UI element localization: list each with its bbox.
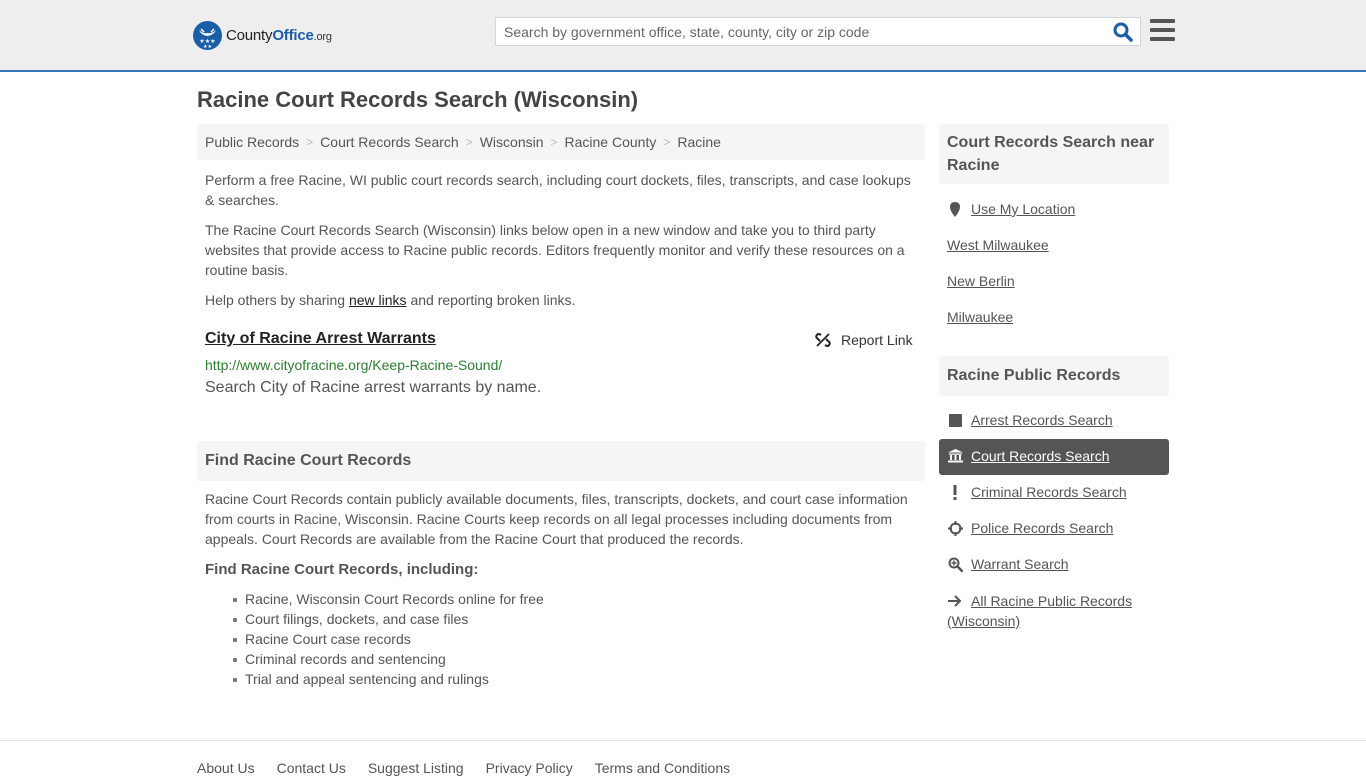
sidebar-item-label: Court Records Search — [971, 448, 1110, 464]
result-title-link[interactable]: City of Racine Arrest Warrants — [205, 330, 436, 348]
site-header: ★★★ ★★ CountyOffice.org — [0, 0, 1366, 72]
page-title: Racine Court Records Search (Wisconsin) — [197, 87, 639, 112]
breadcrumb: Public Records > Court Records Search > … — [197, 124, 925, 160]
sidebar-item-label: Criminal Records Search — [971, 484, 1127, 500]
use-my-location-link[interactable]: Use My Location — [947, 201, 1075, 217]
breadcrumb-separator: > — [550, 135, 558, 149]
crosshair-icon — [947, 520, 963, 536]
sidebar-item-warrant-search[interactable]: Warrant Search — [947, 556, 1069, 572]
intro-paragraph-1: Perform a free Racine, WI public court r… — [205, 172, 911, 208]
help-text: Help others by sharing — [205, 292, 349, 308]
hamburger-menu-button[interactable] — [1150, 19, 1175, 42]
footer-links: About Us Contact Us Suggest Listing Priv… — [197, 760, 730, 776]
list-item: Criminal records and sentencing — [233, 649, 544, 669]
sidebar-item-label: Warrant Search — [971, 556, 1069, 572]
list-item: Court filings, dockets, and case files — [233, 609, 544, 629]
sidebar-item-label: Police Records Search — [971, 520, 1114, 536]
courthouse-icon — [947, 448, 963, 464]
intro-paragraph-2: The Racine Court Records Search (Wiscons… — [205, 222, 905, 278]
search-input[interactable] — [496, 18, 1096, 45]
footer-link-privacy[interactable]: Privacy Policy — [486, 760, 573, 776]
find-records-list: Racine, Wisconsin Court Records online f… — [233, 589, 544, 689]
sidebar-item-criminal-records[interactable]: Criminal Records Search — [947, 484, 1127, 500]
footer-link-suggest-listing[interactable]: Suggest Listing — [368, 760, 464, 776]
eagle-badge-icon: ★★★ ★★ — [193, 20, 222, 50]
use-my-location-label: Use My Location — [971, 201, 1076, 217]
map-pin-icon — [947, 201, 963, 217]
sidebar-item-label: Arrest Records Search — [971, 412, 1113, 428]
nearby-heading: Court Records Search near Racine — [939, 124, 1169, 184]
footer-link-contact[interactable]: Contact Us — [277, 760, 346, 776]
breadcrumb-racine-county[interactable]: Racine County — [565, 134, 657, 150]
breadcrumb-court-records-search[interactable]: Court Records Search — [320, 134, 459, 150]
search-box — [495, 17, 1141, 46]
search-icon — [1113, 22, 1133, 42]
result-url: http://www.cityofracine.org/Keep-Racine-… — [205, 357, 503, 373]
sidebar-item-all-public-records[interactable]: All Racine Public Records (Wisconsin) — [947, 591, 1162, 631]
new-links-link[interactable]: new links — [349, 292, 407, 308]
report-link-label: Report Link — [841, 332, 913, 348]
nearby-city-milwaukee[interactable]: Milwaukee — [947, 309, 1013, 325]
hamburger-menu-icon-bar — [1150, 37, 1175, 41]
footer-divider — [0, 740, 1366, 741]
zoom-in-icon — [947, 556, 963, 572]
find-records-heading: Find Racine Court Records — [197, 441, 925, 481]
find-records-text: Racine Court Records contain publicly av… — [205, 491, 908, 547]
footer-link-terms[interactable]: Terms and Conditions — [595, 760, 730, 776]
sidebar-item-label: All Racine Public Records (Wisconsin) — [947, 593, 1133, 629]
nearby-city-new-berlin[interactable]: New Berlin — [947, 273, 1015, 289]
list-item: Racine, Wisconsin Court Records online f… — [233, 591, 544, 607]
svg-text:★★: ★★ — [203, 44, 212, 50]
public-records-heading: Racine Public Records — [939, 356, 1169, 396]
broken-link-icon — [815, 333, 831, 347]
find-records-subheading: Find Racine Court Records, including: — [205, 561, 479, 578]
hamburger-menu-icon-bar — [1150, 19, 1175, 23]
intro-paragraph-3: Help others by sharing new links and rep… — [205, 290, 917, 310]
hamburger-menu-icon-bar — [1150, 28, 1175, 32]
breadcrumb-racine[interactable]: Racine — [677, 134, 721, 150]
exclamation-icon — [947, 484, 963, 500]
square-icon — [947, 412, 963, 428]
breadcrumb-separator: > — [465, 135, 473, 149]
breadcrumb-separator: > — [306, 135, 314, 149]
site-logo[interactable]: ★★★ ★★ CountyOffice.org — [193, 19, 332, 51]
nearby-city-west-milwaukee[interactable]: West Milwaukee — [947, 237, 1049, 253]
arrow-right-icon — [947, 593, 963, 609]
help-text: and reporting broken links. — [406, 292, 576, 308]
footer-link-about[interactable]: About Us — [197, 760, 255, 776]
list-item: Trial and appeal sentencing and rulings — [233, 669, 544, 689]
sidebar-item-court-records[interactable]: Court Records Search — [947, 448, 1110, 464]
breadcrumb-wisconsin[interactable]: Wisconsin — [480, 134, 544, 150]
list-item: Racine Court case records — [233, 629, 544, 649]
logo-text: CountyOffice.org — [226, 26, 332, 44]
search-button[interactable] — [1112, 21, 1134, 43]
report-link-button[interactable]: Report Link — [815, 332, 913, 348]
breadcrumb-separator: > — [663, 135, 671, 149]
sidebar-item-arrest-records[interactable]: Arrest Records Search — [947, 412, 1113, 428]
sidebar-item-police-records[interactable]: Police Records Search — [947, 520, 1113, 536]
breadcrumb-public-records[interactable]: Public Records — [205, 134, 299, 150]
result-description: Search City of Racine arrest warrants by… — [205, 379, 542, 396]
